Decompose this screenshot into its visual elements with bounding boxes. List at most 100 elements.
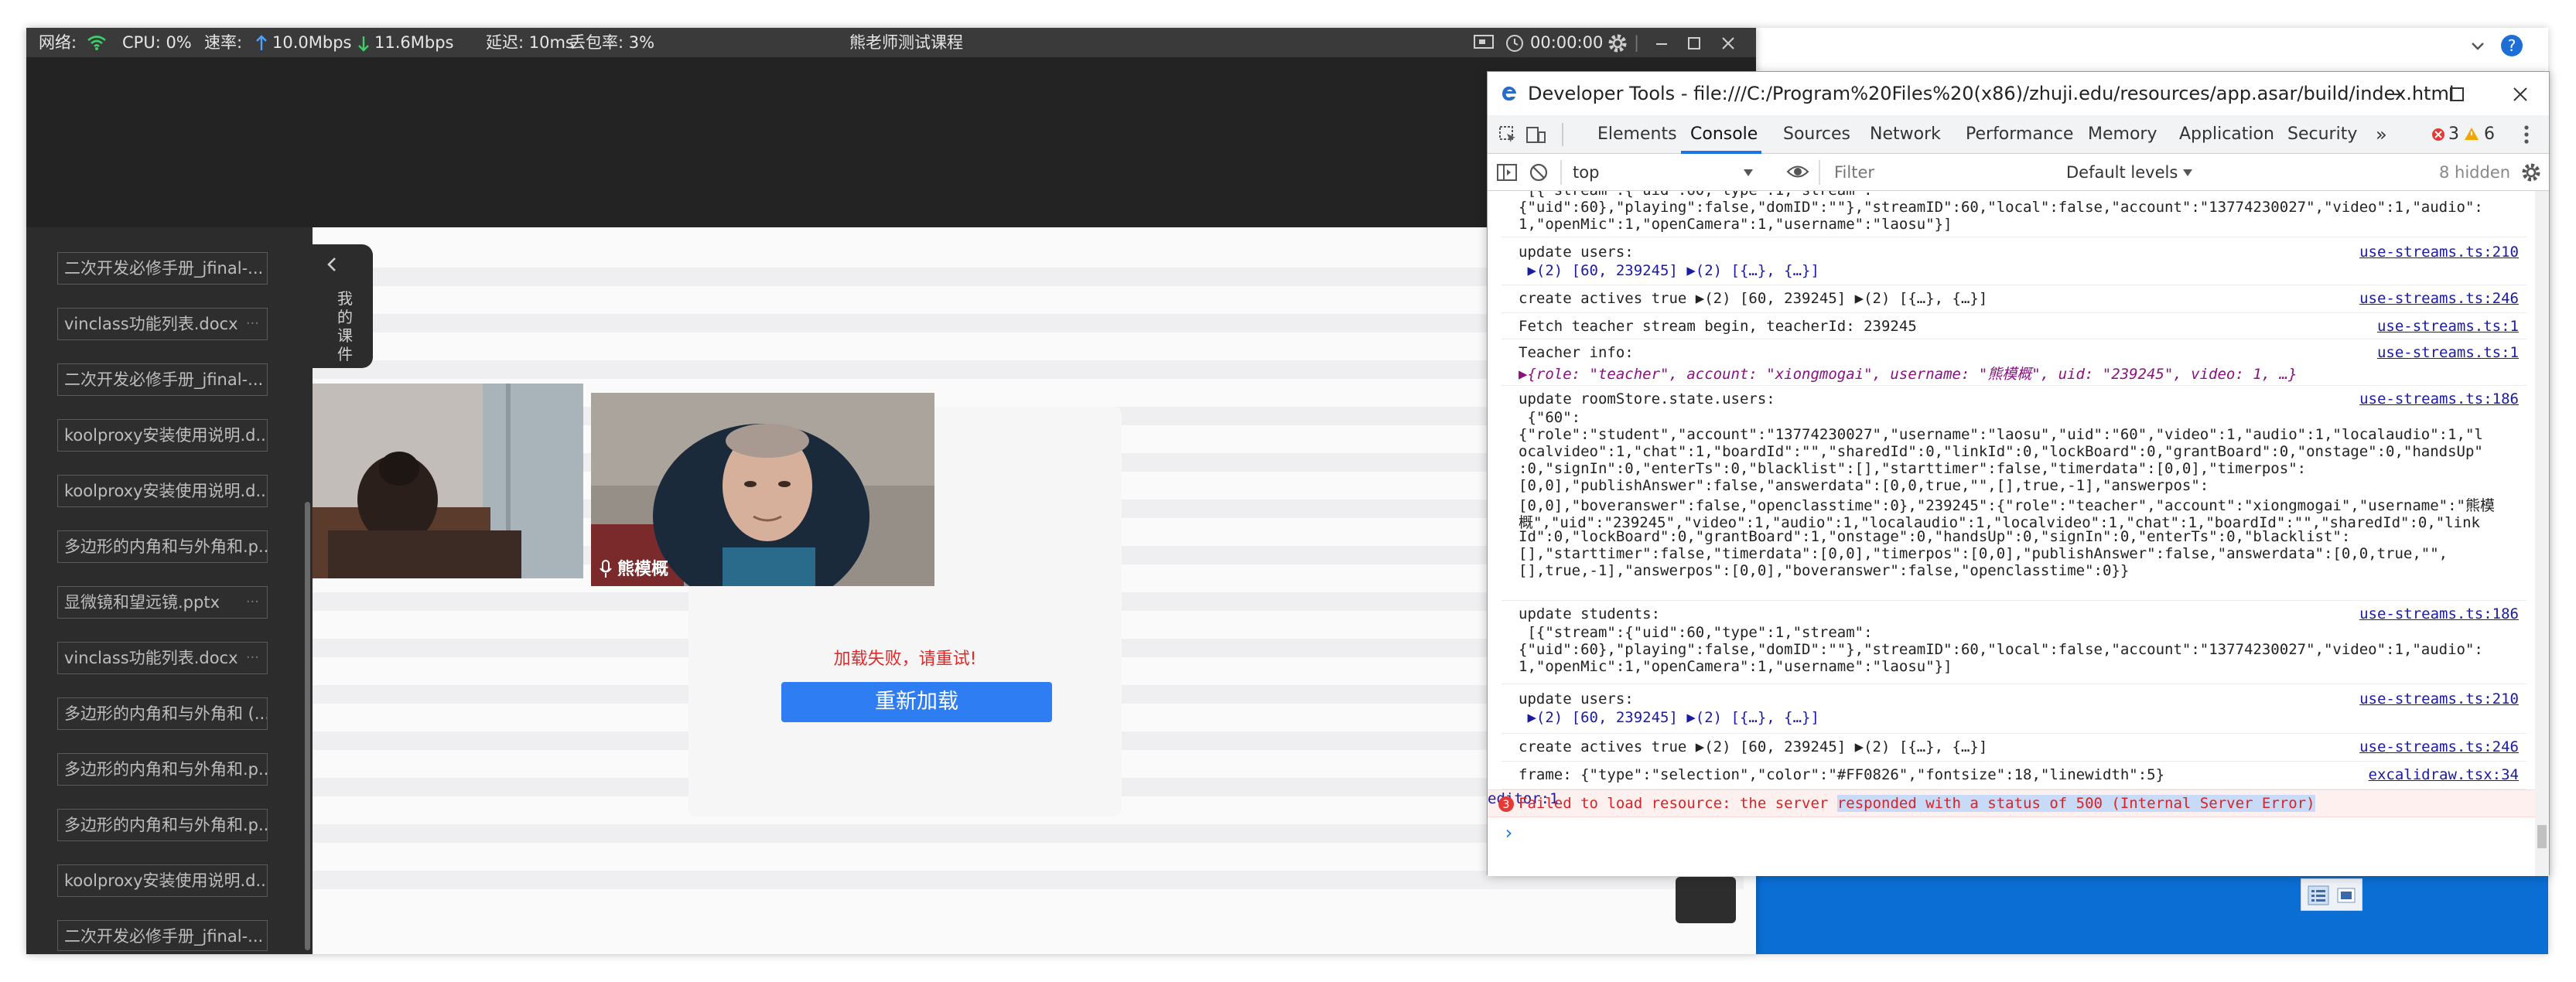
- developer-tools-window: Developer Tools - file:///C:/Program%20F…: [1487, 71, 2550, 876]
- source-link[interactable]: use-streams.ts:246: [2359, 290, 2519, 307]
- gear-icon[interactable]: [2521, 162, 2541, 182]
- courseware-item[interactable]: 二次开发必修手册_jfinal-...: [57, 363, 268, 396]
- console-message: Teacher info: ▶{role: "teacher", account…: [1502, 339, 2526, 386]
- error-text: Failed to load resource: the server: [1519, 795, 1837, 812]
- tab-performance[interactable]: Performance: [1966, 115, 2073, 154]
- warning-count-icon: [2465, 128, 2479, 140]
- latency: 延迟: 10ms: [486, 33, 574, 52]
- help-icon[interactable]: ?: [2500, 34, 2523, 57]
- microphone-icon: [600, 560, 612, 578]
- desktop-background: [1756, 875, 2548, 954]
- inspect-element-icon[interactable]: [1498, 125, 1517, 144]
- gear-icon[interactable]: [1607, 33, 1628, 53]
- source-link[interactable]: use-streams.ts:186: [2359, 390, 2519, 407]
- more-tabs-button[interactable]: »: [2376, 115, 2387, 154]
- courseware-item[interactable]: 二次开发必修手册_jfinal-...: [57, 252, 268, 285]
- source-link[interactable]: excalidraw.tsx:34: [2369, 766, 2519, 783]
- dropdown-arrow-icon: [1744, 169, 1753, 176]
- network-label: 网络:: [39, 33, 77, 52]
- close-icon[interactable]: [1720, 36, 1736, 51]
- source-link[interactable]: use-streams.ts:210: [2359, 244, 2519, 261]
- tab-security[interactable]: Security: [2287, 115, 2357, 154]
- svg-text:3: 3: [1503, 799, 1510, 811]
- tab-memory[interactable]: Memory: [2088, 115, 2157, 154]
- sidebar-scrollbar[interactable]: [305, 502, 310, 950]
- student-video-feed: [313, 384, 583, 578]
- source-link[interactable]: use-streams.ts:246: [2359, 738, 2519, 755]
- console-message: update users: ▶(2) [60, 239245] ▶(2) [{……: [1502, 237, 2526, 285]
- courseware-item[interactable]: 多边形的内角和与外角和 (...: [57, 697, 268, 730]
- console-prompt[interactable]: ›: [1502, 819, 2526, 850]
- my-courseware-tab[interactable]: 我的课件: [313, 244, 373, 368]
- maximize-icon[interactable]: [2448, 86, 2465, 103]
- toolbar-toggle[interactable]: [1676, 877, 1736, 923]
- reload-button[interactable]: 重新加载: [781, 682, 1052, 722]
- console-output: [{"stream":{"uid":60,"type":1,"stream": …: [1488, 191, 2549, 876]
- console-message: update users: ▶(2) [60, 239245] ▶(2) [{……: [1502, 684, 2526, 734]
- details-view-icon[interactable]: [2308, 885, 2329, 905]
- courseware-item[interactable]: 多边形的内角和与外角和.p...: [57, 809, 268, 841]
- courseware-item[interactable]: 多边形的内角和与外角和.p...: [57, 530, 268, 563]
- minimize-icon[interactable]: [1654, 36, 1669, 51]
- tab-application[interactable]: Application: [2179, 115, 2274, 154]
- courseware-item[interactable]: 多边形的内角和与外角和.p...: [57, 753, 268, 786]
- upload-arrow-icon: [256, 35, 267, 50]
- download-rate: 11.6Mbps: [374, 33, 454, 52]
- log-levels-dropdown[interactable]: Default levels: [2063, 159, 2195, 186]
- courseware-item[interactable]: vinclass功能列表.docx ···: [57, 642, 268, 674]
- console-toolbar: top Default levels 8 hidden: [1488, 154, 2549, 191]
- tab-console[interactable]: Console: [1690, 115, 1758, 154]
- error-text-selected: responded with a status of 500 (Internal…: [1836, 795, 2315, 812]
- courseware-item[interactable]: vinclass功能列表.docx ···: [57, 308, 268, 340]
- source-link[interactable]: use-streams.ts:186: [2359, 605, 2519, 622]
- source-link[interactable]: use-streams.ts:1: [2377, 318, 2519, 335]
- upload-rate: 10.0Mbps: [272, 33, 352, 52]
- sidebar-toggle-icon[interactable]: [1497, 163, 1517, 182]
- error-count-icon: [2432, 128, 2444, 141]
- more-icon[interactable]: ···: [246, 587, 259, 618]
- titlebar-divider: |: [1634, 33, 1640, 52]
- toolbar-divider: [1560, 160, 1562, 185]
- screen-record-icon[interactable]: [1473, 34, 1495, 51]
- clock-icon: [1506, 35, 1523, 52]
- console-filter-input[interactable]: [1828, 159, 2045, 186]
- clear-console-icon[interactable]: [1529, 163, 1548, 182]
- error-badge-icon: 3: [1498, 796, 1514, 812]
- wifi-icon: [87, 36, 106, 50]
- chevron-down-icon[interactable]: [2468, 36, 2488, 56]
- minimize-icon[interactable]: [2385, 86, 2402, 103]
- more-icon[interactable]: ···: [246, 643, 259, 673]
- my-courseware-label: 我的课件: [337, 289, 353, 363]
- courseware-item[interactable]: 显微镜和望远镜.pptx ···: [57, 586, 268, 619]
- prompt-chevron-icon: ›: [1503, 822, 1515, 844]
- tab-sources[interactable]: Sources: [1783, 115, 1850, 154]
- more-options-icon[interactable]: [2523, 124, 2530, 145]
- download-arrow-icon: [358, 36, 369, 52]
- tab-elements[interactable]: Elements: [1597, 115, 1677, 154]
- thumbnail-view-icon[interactable]: [2335, 885, 2357, 905]
- more-icon[interactable]: ···: [246, 309, 259, 339]
- error-count[interactable]: 3: [2448, 115, 2459, 154]
- courseware-item[interactable]: koolproxy安装使用说明.d...: [57, 419, 268, 452]
- courseware-item[interactable]: koolproxy安装使用说明.d...: [57, 475, 268, 507]
- warning-count[interactable]: 6: [2484, 115, 2495, 154]
- maximize-icon[interactable]: [1686, 36, 1702, 51]
- dropdown-arrow-icon: [2183, 169, 2192, 176]
- console-scrollbar[interactable]: [2535, 191, 2549, 876]
- courseware-item[interactable]: koolproxy安装使用说明.d...: [57, 864, 268, 897]
- console-scrollbar-thumb[interactable]: [2537, 825, 2547, 848]
- context-selector[interactable]: top: [1568, 159, 1758, 186]
- chevron-left-icon[interactable]: [323, 255, 342, 274]
- teacher-video[interactable]: 熊模概: [591, 393, 934, 586]
- courseware-item[interactable]: 二次开发必修手册_jfinal-...: [57, 920, 268, 951]
- eye-icon[interactable]: [1786, 163, 1809, 180]
- close-icon[interactable]: [2512, 86, 2529, 103]
- source-link[interactable]: use-streams.ts:1: [2377, 344, 2519, 361]
- view-mode-buttons[interactable]: [2301, 878, 2362, 911]
- tab-network[interactable]: Network: [1870, 115, 1941, 154]
- console-message: [{"stream":{"uid":60,"type":1,"stream": …: [1502, 191, 2526, 237]
- device-toolbar-icon[interactable]: [1526, 125, 1546, 144]
- context-value: top: [1573, 163, 1600, 182]
- source-link[interactable]: use-streams.ts:210: [2359, 690, 2519, 708]
- student-video[interactable]: [313, 384, 583, 578]
